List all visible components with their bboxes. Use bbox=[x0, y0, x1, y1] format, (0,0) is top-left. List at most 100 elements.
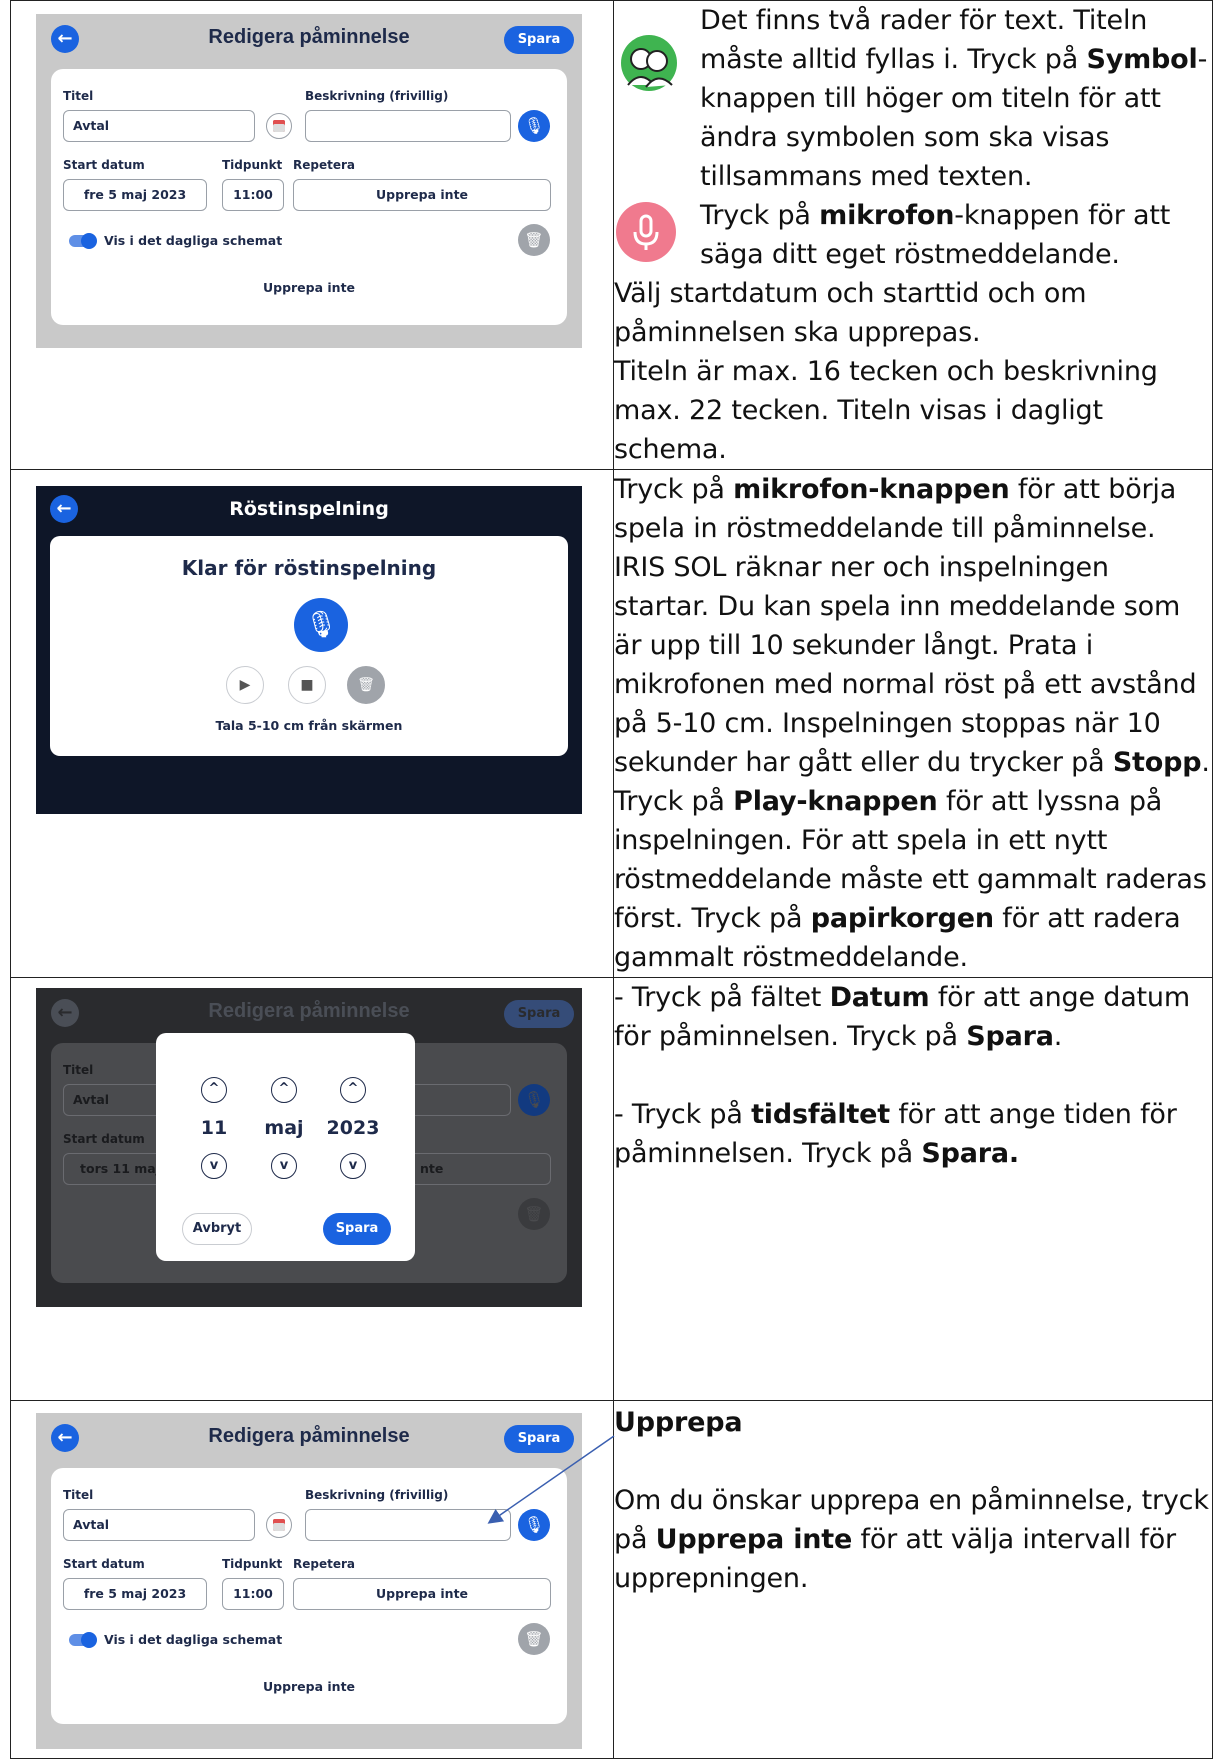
description-label: Beskrivning (frivillig) bbox=[305, 89, 449, 103]
day-down-chevron-icon[interactable]: v bbox=[201, 1153, 227, 1179]
row1-limit-text: Titeln är max. 16 tecken och beskrivning… bbox=[614, 356, 1158, 465]
time-label: Tidpunkt bbox=[222, 158, 283, 172]
recording-heading: Klar för röstinspelning bbox=[181, 556, 437, 580]
repeat-label: Repetera bbox=[293, 158, 355, 172]
table-row: ← Redigera påminnelse Spara Titel Avtal … bbox=[10, 977, 1213, 1401]
text-cell: Upprepa Om du önskar upprepa en påminnel… bbox=[613, 1400, 1213, 1759]
show-in-schedule-label: Vis i det dagliga schemat bbox=[104, 1632, 283, 1647]
start-date-label: Start datum bbox=[63, 1557, 145, 1571]
row2-trash-bold: papirkorgen bbox=[810, 903, 994, 934]
row2-play-bold: Play-knappen bbox=[733, 786, 938, 817]
month-down-chevron-icon[interactable]: v bbox=[271, 1153, 297, 1179]
day-up-chevron-icon[interactable]: ^ bbox=[201, 1077, 227, 1103]
save-button[interactable]: Spara bbox=[504, 1000, 574, 1028]
edit-card: Titel Avtal Beskrivning (frivillig) 🎙 St… bbox=[51, 69, 567, 325]
row2-text: Tryck på bbox=[614, 474, 734, 505]
row3-save-bold: Spara bbox=[966, 1021, 1054, 1052]
start-date-field[interactable]: fre 5 maj 2023 bbox=[63, 1578, 207, 1610]
people-symbol-icon bbox=[614, 29, 684, 93]
show-in-schedule-label: Vis i det dagliga schemat bbox=[104, 233, 283, 248]
text-cell: Det finns två rader för text. Titeln mås… bbox=[613, 0, 1213, 470]
time-field[interactable]: 11:00 bbox=[222, 179, 284, 211]
row3-bold: Datum bbox=[829, 982, 930, 1013]
start-date-label: Start datum bbox=[63, 158, 145, 172]
screenshot-cell: ← Redigera påminnelse Spara Titel Avtal … bbox=[10, 0, 614, 470]
voice-recording-screenshot: ← Röstinspelning Klar för röstinspelning… bbox=[36, 486, 582, 814]
microphone-icon: 🎙 bbox=[518, 1084, 550, 1116]
recording-card: Klar för röstinspelning 🎙 ▶ ■ 🗑 Tala 5-1… bbox=[50, 536, 568, 756]
row1-bold: Symbol bbox=[1086, 44, 1198, 75]
row4-bold: Upprepa inte bbox=[655, 1524, 853, 1555]
year-down-chevron-icon[interactable]: v bbox=[340, 1153, 366, 1179]
cancel-button[interactable]: Avbryt bbox=[182, 1213, 252, 1245]
symbol-calendar-icon[interactable] bbox=[266, 113, 292, 139]
time-label: Tidpunkt bbox=[222, 1557, 283, 1571]
save-button[interactable]: Spara bbox=[504, 26, 574, 54]
day-value: 11 bbox=[200, 1117, 228, 1139]
repeat-summary: Upprepa inte bbox=[262, 280, 356, 295]
title-label: Titel bbox=[63, 89, 94, 103]
repeat-label: Repetera bbox=[293, 1557, 355, 1571]
edit-reminder-screenshot: ← Redigera påminnelse Spara Titel Avtal … bbox=[36, 14, 582, 348]
microphone-icon[interactable]: 🎙 bbox=[518, 110, 550, 142]
screenshot-cell: ← Redigera påminnelse Spara Titel Avtal … bbox=[10, 1400, 614, 1759]
recording-hint: Tala 5-10 cm från skärmen bbox=[215, 718, 403, 733]
title-label: Titel bbox=[63, 1063, 94, 1077]
row4-heading: Upprepa bbox=[614, 1407, 743, 1438]
trash-icon[interactable]: 🗑 bbox=[347, 666, 385, 704]
time-field[interactable]: 11:00 bbox=[222, 1578, 284, 1610]
show-in-schedule-toggle[interactable] bbox=[69, 1632, 97, 1648]
title-field[interactable]: Avtal bbox=[63, 110, 255, 142]
edit-card: Titel Avtal Beskrivning (frivillig) 🎙 St… bbox=[51, 1468, 567, 1724]
text-cell: Tryck på mikrofon-knappen för att börja … bbox=[613, 469, 1213, 978]
title-label: Titel bbox=[63, 1488, 94, 1502]
edit-reminder-screenshot-repeat: ← Redigera påminnelse Spara Titel Avtal … bbox=[36, 1413, 582, 1749]
description-label: Beskrivning (frivillig) bbox=[305, 1488, 449, 1502]
month-up-chevron-icon[interactable]: ^ bbox=[271, 1077, 297, 1103]
row1-mic-text: Tryck på bbox=[700, 200, 820, 231]
stop-icon[interactable]: ■ bbox=[288, 666, 326, 704]
row3-time-save-bold: Spara. bbox=[921, 1138, 1019, 1169]
row3-time-text: - Tryck på bbox=[614, 1099, 752, 1130]
year-value: 2023 bbox=[326, 1117, 380, 1139]
trash-icon: 🗑 bbox=[518, 1198, 550, 1230]
start-date-label: Start datum bbox=[63, 1132, 145, 1146]
date-picker-modal: ^ ^ ^ 11 maj 2023 v v v Avbryt Spara bbox=[156, 1033, 415, 1261]
repeat-field[interactable]: Upprepa inte bbox=[293, 179, 551, 211]
text-cell: - Tryck på fältet Datum för att ange dat… bbox=[613, 977, 1213, 1401]
month-value: maj bbox=[264, 1117, 304, 1139]
table-row: ← Redigera påminnelse Spara Titel Avtal … bbox=[10, 0, 1213, 470]
row3-text: - Tryck på fältet bbox=[614, 982, 830, 1013]
instruction-table: ← Redigera påminnelse Spara Titel Avtal … bbox=[10, 0, 1213, 1759]
save-button[interactable]: Spara bbox=[323, 1213, 391, 1245]
description-field[interactable] bbox=[305, 1509, 511, 1541]
screenshot-cell: ← Röstinspelning Klar för röstinspelning… bbox=[10, 469, 614, 978]
start-date-field[interactable]: fre 5 maj 2023 bbox=[63, 179, 207, 211]
trash-icon[interactable]: 🗑 bbox=[518, 224, 550, 256]
row2-play-text: Tryck på bbox=[614, 786, 734, 817]
play-icon[interactable]: ▶ bbox=[226, 666, 264, 704]
recording-title: Röstinspelning bbox=[229, 498, 389, 520]
screen-title: Redigera påminnelse bbox=[208, 1425, 410, 1447]
repeat-field[interactable]: Upprepa inte bbox=[293, 1578, 551, 1610]
microphone-icon[interactable]: 🎙 bbox=[518, 1509, 550, 1541]
row2-bold: mikrofon-knappen bbox=[733, 474, 1010, 505]
repeat-summary: Upprepa inte bbox=[262, 1679, 356, 1694]
row2-text-cont: för att börja spela in röstmeddelande ti… bbox=[614, 474, 1197, 778]
symbol-calendar-icon[interactable] bbox=[266, 1512, 292, 1538]
table-row: ← Redigera påminnelse Spara Titel Avtal … bbox=[10, 1400, 1213, 1759]
title-field[interactable]: Avtal bbox=[63, 1509, 255, 1541]
screen-header: ← Redigera påminnelse Spara bbox=[36, 14, 582, 64]
screen-header: ← Redigera påminnelse Spara bbox=[36, 988, 582, 1038]
row1-date-text: Välj startdatum och starttid och om påmi… bbox=[614, 278, 1087, 348]
row2-stop-bold: Stopp bbox=[1112, 747, 1202, 778]
screen-title: Redigera påminnelse bbox=[208, 26, 410, 48]
save-button[interactable]: Spara bbox=[504, 1425, 574, 1453]
trash-icon[interactable]: 🗑 bbox=[518, 1623, 550, 1655]
show-in-schedule-toggle[interactable] bbox=[69, 233, 97, 249]
record-microphone-icon[interactable]: 🎙 bbox=[294, 598, 348, 652]
date-picker-screenshot: ← Redigera påminnelse Spara Titel Avtal … bbox=[36, 988, 582, 1307]
table-row: ← Röstinspelning Klar för röstinspelning… bbox=[10, 469, 1213, 978]
year-up-chevron-icon[interactable]: ^ bbox=[340, 1077, 366, 1103]
description-field[interactable] bbox=[305, 110, 511, 142]
